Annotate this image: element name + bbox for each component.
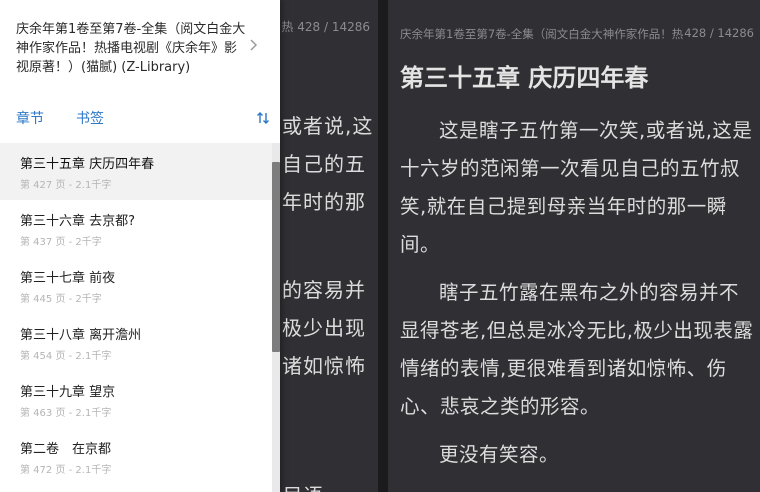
text-fragment: 自己的五 [282,152,366,176]
chapter-name: 第三十九章 望京 [20,385,116,400]
sort-order-icon[interactable] [256,110,270,126]
page-counter: 428 / 14286 [684,26,754,40]
chapter-meta: 第 427 页 - 2.1千字 [20,180,112,191]
page-header: 庆余年第1卷至第7卷-全集（阅文白金大神作家作品！热 428 / 14286 [400,26,754,42]
scrollbar-thumb[interactable] [272,162,280,352]
chapter-name: 第三十六章 去京都? [20,214,136,229]
chapter-name: 第二卷 在京都 [20,442,112,457]
chapter-name: 第三十七章 前夜 [20,271,116,286]
chapter-name: 第三十五章 庆历四年春 [20,157,155,172]
reading-page-right[interactable]: 庆余年第1卷至第7卷-全集（阅文白金大神作家作品！热 428 / 14286 第… [388,0,760,492]
chapter-meta: 第 454 页 - 2.1千字 [20,351,112,362]
paragraph: 瞎子五竹露在黑布之外的容易并不显得苍老,但总是冰冷无比,极少出现表露情绪的表情,… [400,281,754,418]
book-header-title: 庆余年第1卷至第7卷-全集（阅文白金大神作家作品！热 [400,27,684,41]
chapter-item[interactable]: 第三十五章 庆历四年春 第 427 页 - 2.1千字 [0,143,272,200]
toc-drawer[interactable]: 庆余年第1卷至第7卷-全集（阅文白金大神作家作品！热播电视剧《庆余年》影视原著！… [0,0,280,492]
text-fragment: 年时的那 [282,190,366,214]
chapter-meta: 第 437 页 - 2千字 [20,237,102,248]
text-fragment: 极少出现 [282,316,366,340]
chapter-meta: 第 445 页 - 2千字 [20,294,102,305]
text-fragment: 诸如惊怖 [282,354,366,378]
paragraph: 这是瞎子五竹第一次笑,或者说,这是十六岁的范闲第一次看见自己的五竹叔笑,就在自己… [400,119,753,256]
chapter-title: 第三十五章 庆历四年春 [400,64,649,92]
chapter-item[interactable]: 第二卷 在京都 第 472 页 - 2.1千字 [0,428,272,485]
chevron-right-icon[interactable] [246,38,260,52]
chapter-meta: 第 463 页 - 2.1千字 [20,408,112,419]
tab-bookmarks[interactable]: 书签 [76,108,104,128]
chapter-item[interactable]: 第三十九章 望京 第 463 页 - 2.1千字 [0,371,272,428]
paragraph: 更没有笑容。 [439,443,560,466]
chapter-list: 第三十五章 庆历四年春 第 427 页 - 2.1千字 第三十六章 去京都? 第… [0,143,272,485]
chapter-item[interactable]: 第三十六章 去京都? 第 437 页 - 2千字 [0,200,272,257]
chapter-list-scrollbar[interactable] [272,143,280,492]
text-fragment: 的容易并 [282,278,366,302]
chapter-meta: 第 472 页 - 2.1千字 [20,465,112,476]
page-gutter [378,0,388,492]
drawer-tabs: 章节 书签 [0,104,280,132]
text-fragment: 尽语 [282,480,324,492]
text-fragment: 或者说,这 [282,114,374,138]
chapter-item[interactable]: 第三十七章 前夜 第 445 页 - 2千字 [0,257,272,314]
chapter-item[interactable]: 第三十八章 离开澹州 第 454 页 - 2.1千字 [0,314,272,371]
chapter-name: 第三十八章 离开澹州 [20,328,142,343]
tab-chapters[interactable]: 章节 [16,108,44,128]
book-title[interactable]: 庆余年第1卷至第7卷-全集（阅文白金大神作家作品！热播电视剧《庆余年》影视原著！… [16,20,246,77]
